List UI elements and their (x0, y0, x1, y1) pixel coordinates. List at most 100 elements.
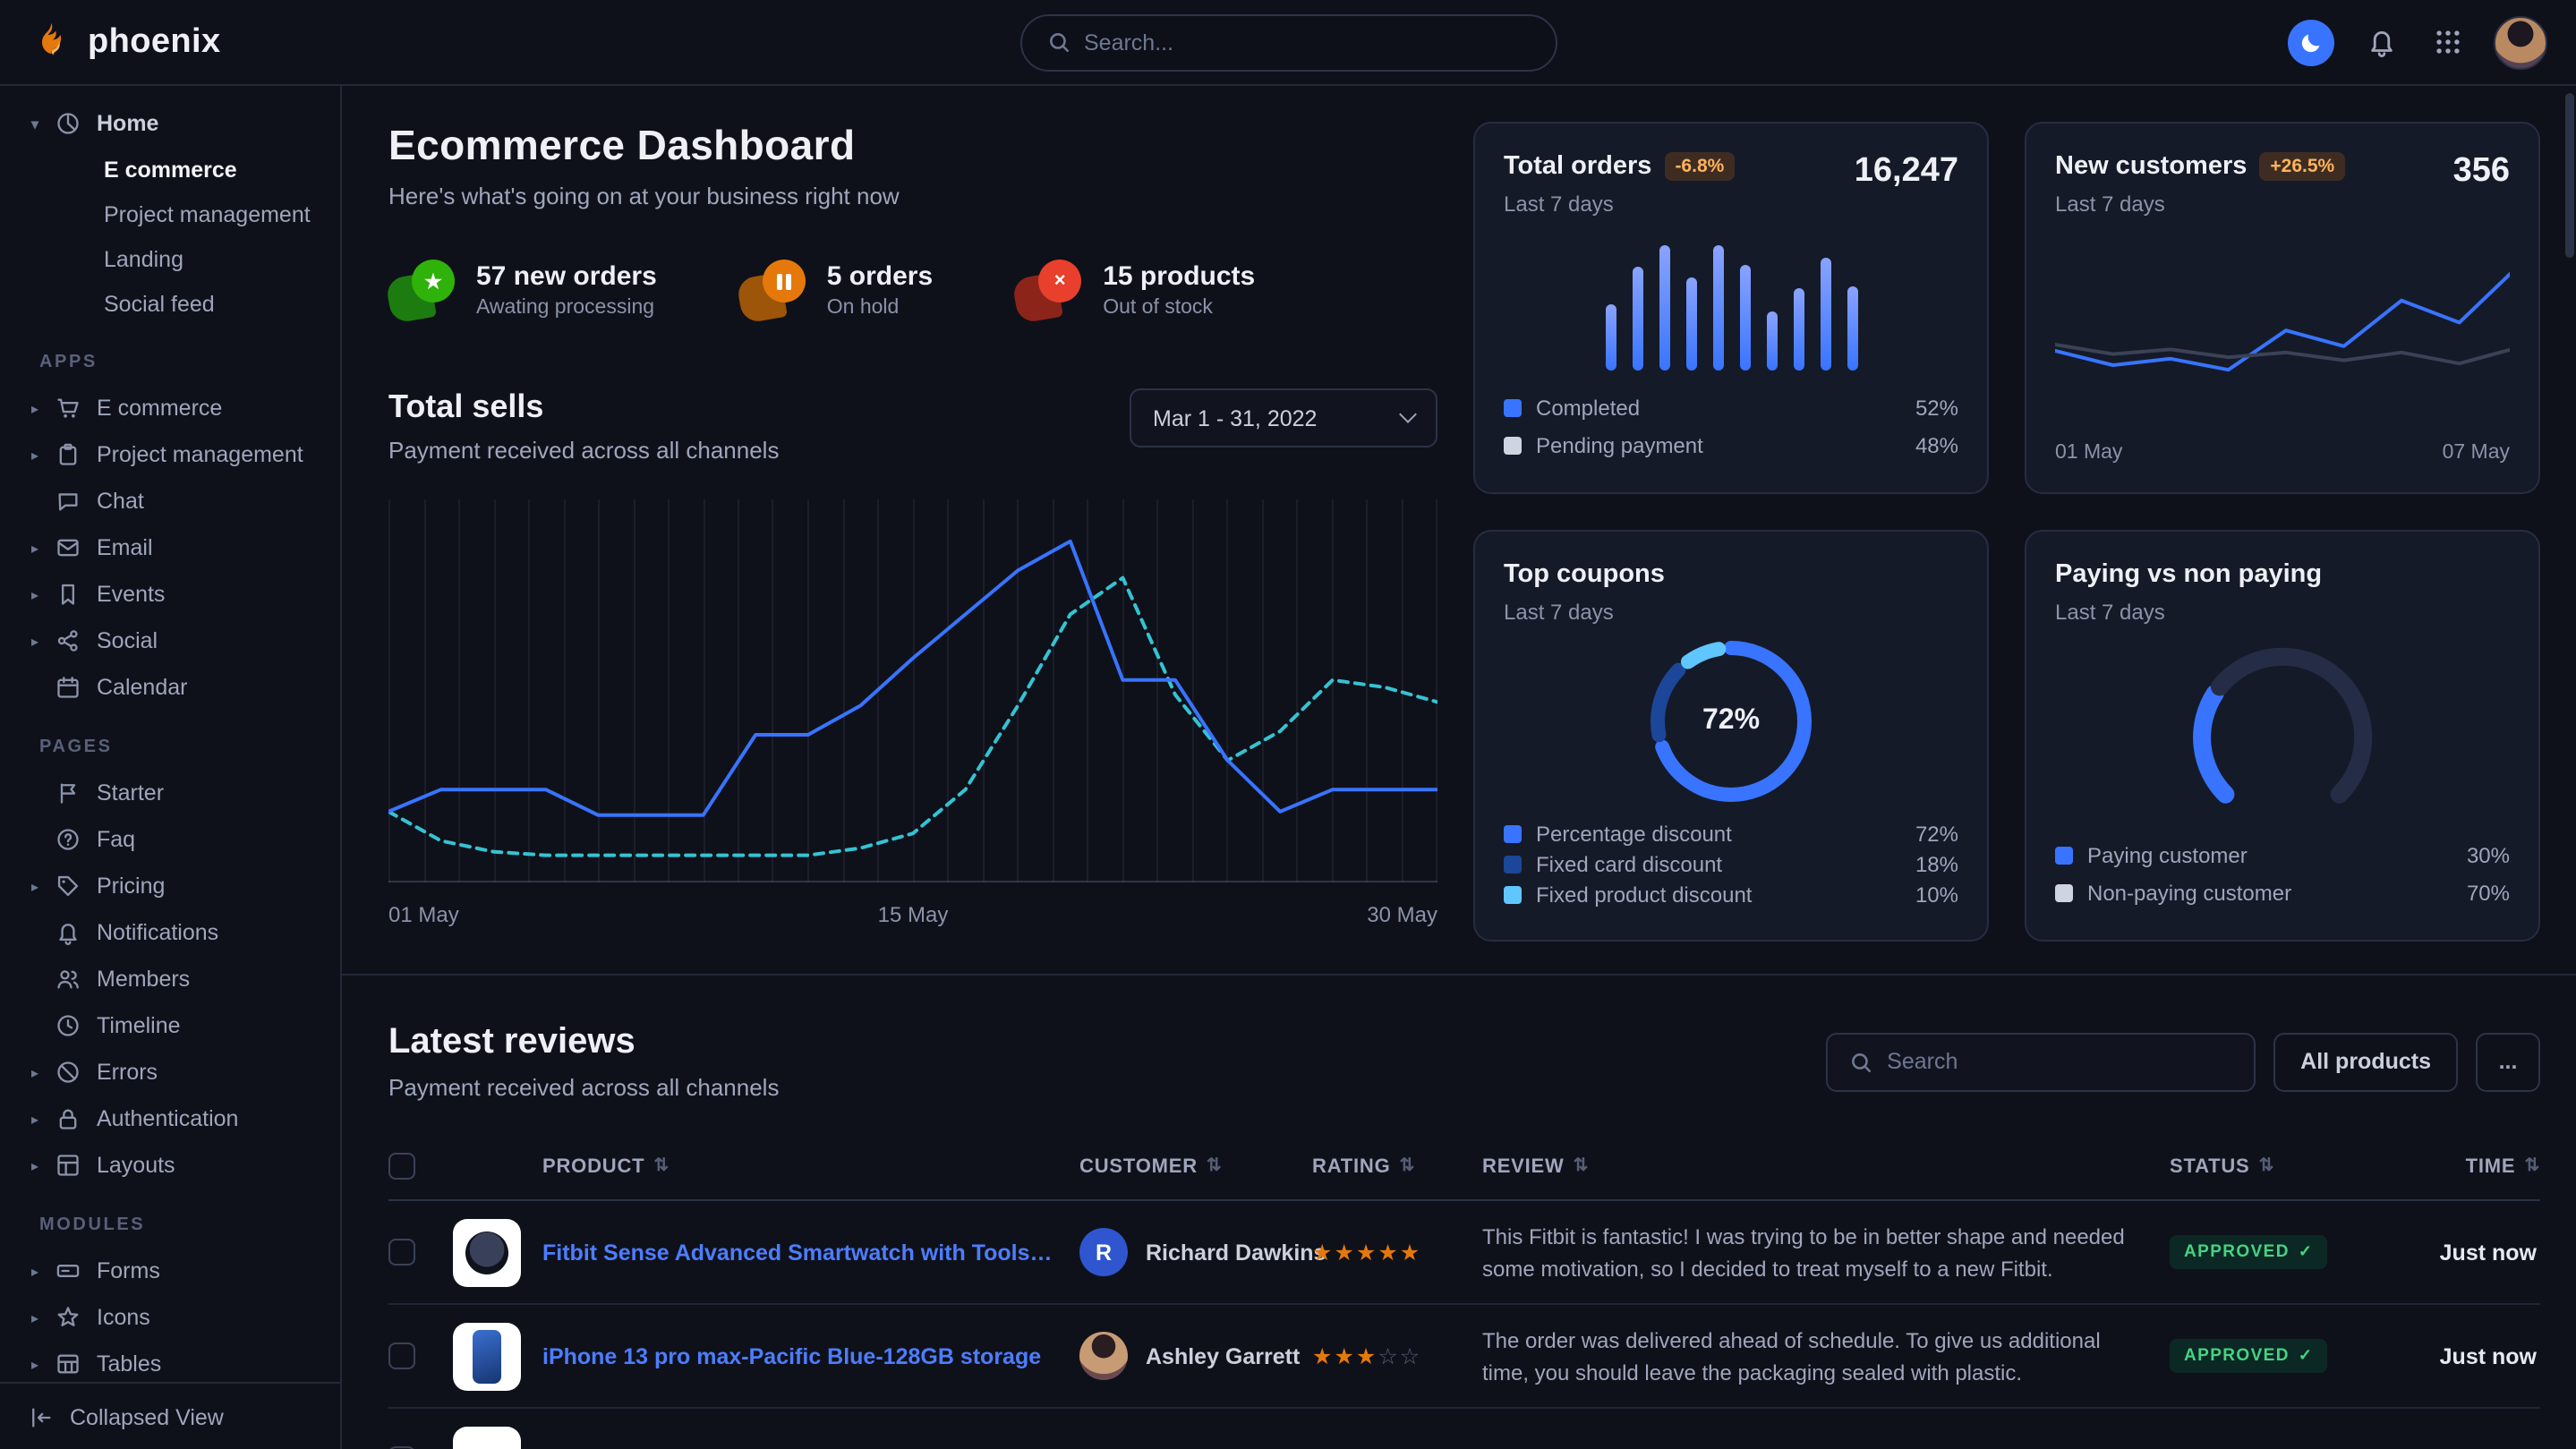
sidebar-item-forms[interactable]: ▸ Forms (14, 1248, 326, 1294)
total-orders-value: 16,247 (1855, 152, 1958, 192)
caret-right-icon: ▸ (25, 1263, 45, 1279)
sidebar-item-authentication[interactable]: ▸ Authentication (14, 1095, 326, 1142)
page-scrollbar[interactable] (2565, 93, 2574, 258)
table-row-partial (388, 1409, 2540, 1449)
date-range-select[interactable]: Mar 1 - 31, 2022 (1130, 388, 1437, 447)
envelope-icon (55, 535, 81, 560)
global-search-input[interactable] (1084, 30, 1530, 55)
row-checkbox[interactable] (388, 1342, 415, 1369)
sidebar-item-errors[interactable]: ▸ Errors (14, 1049, 326, 1095)
on-hold-icon (739, 260, 806, 320)
more-actions-button[interactable]: ... (2476, 1032, 2540, 1091)
column-header-customer[interactable]: CUSTOMER⇅ (1079, 1155, 1312, 1177)
customer-avatar[interactable] (1079, 1332, 1128, 1380)
sidebar-item-chat[interactable]: Chat (14, 478, 326, 524)
caret-right-icon: ▸ (25, 447, 45, 463)
product-link[interactable]: iPhone 13 pro max-Pacific Blue-128GB sto… (542, 1343, 1079, 1368)
table-row: Fitbit Sense Advanced Smartwatch with To… (388, 1201, 2540, 1305)
x-tick: 15 May (878, 902, 949, 927)
sidebar-item-social-feed[interactable]: Social feed (14, 281, 326, 326)
column-header-product[interactable]: PRODUCT⇅ (542, 1155, 1079, 1177)
paying-gauge-chart (2055, 632, 2510, 829)
collapse-arrow-icon (29, 1404, 54, 1429)
column-header-status[interactable]: STATUS⇅ (2170, 1155, 2392, 1177)
collapsed-view-toggle[interactable]: Collapsed View (0, 1382, 340, 1449)
sidebar-item-timeline[interactable]: Timeline (14, 1002, 326, 1049)
reviews-subtitle: Payment received across all channels (388, 1074, 779, 1101)
sidebar-item-notifications[interactable]: Notifications (14, 909, 326, 956)
sidebar-item-faq[interactable]: Faq (14, 816, 326, 863)
product-link[interactable]: Fitbit Sense Advanced Smartwatch with To… (542, 1240, 1079, 1265)
sidebar-item-pricing[interactable]: ▸ Pricing (14, 863, 326, 909)
sidebar-item-project-management-dashboard[interactable]: Project management (14, 192, 326, 236)
top-coupons-card: Top coupons Last 7 days 72% Percentage d… (1473, 530, 1989, 942)
total-sells-subtitle: Payment received across all channels (388, 437, 779, 464)
x-icon: × (1038, 260, 1081, 303)
legend-swatch (1504, 398, 1522, 416)
reviews-search-input[interactable] (1887, 1049, 2232, 1074)
brand-name: phoenix (88, 22, 221, 62)
sidebar-item-email[interactable]: ▸ Email (14, 524, 326, 571)
sidebar-item-icons[interactable]: ▸ Icons (14, 1294, 326, 1341)
sidebar-item-calendar[interactable]: Calendar (14, 664, 326, 711)
sidebar-item-ecommerce-app[interactable]: ▸ E commerce (14, 385, 326, 431)
user-avatar[interactable] (2494, 15, 2547, 69)
sidebar-item-social[interactable]: ▸ Social (14, 618, 326, 664)
global-search[interactable] (1019, 13, 1557, 71)
status-badge: APPROVED✓ (2170, 1339, 2327, 1373)
dark-mode-toggle[interactable] (2288, 19, 2334, 65)
bell-icon (55, 920, 81, 945)
brand[interactable]: phoenix (29, 20, 351, 64)
clock-icon (55, 1013, 81, 1038)
bell-icon (2366, 27, 2396, 57)
page-subtitle: Here's what's going on at your business … (388, 183, 1437, 209)
apps-menu-button[interactable] (2427, 22, 2467, 62)
shapes-icon (55, 1305, 81, 1330)
legend-swatch (1504, 856, 1522, 874)
sidebar-item-label: Home (97, 111, 158, 136)
sidebar-item-starter[interactable]: Starter (14, 770, 326, 816)
caret-right-icon: ▸ (25, 1157, 45, 1173)
check-icon: ✓ (2299, 1242, 2314, 1262)
question-icon (55, 827, 81, 852)
caret-right-icon: ▸ (25, 878, 45, 894)
layout-icon (55, 1153, 81, 1178)
select-all-checkbox[interactable] (388, 1153, 415, 1180)
review-text: The order was delivered ahead of schedul… (1482, 1324, 2170, 1388)
caret-right-icon: ▸ (25, 1111, 45, 1127)
star-icon: ★ (412, 260, 455, 303)
column-header-time[interactable]: TIME⇅ (2392, 1155, 2540, 1177)
all-products-filter-button[interactable]: All products (2273, 1032, 2458, 1091)
notifications-button[interactable] (2361, 22, 2401, 62)
ban-icon (55, 1060, 81, 1085)
sidebar-item-project-management-app[interactable]: ▸ Project management (14, 431, 326, 478)
total-sells-line-chart (388, 492, 1437, 882)
sidebar-item-tables[interactable]: ▸ Tables (14, 1341, 326, 1382)
rating-stars: ★★★☆☆ (1312, 1342, 1482, 1369)
customer-name: Richard Dawkins (1146, 1240, 1326, 1265)
column-header-review[interactable]: REVIEW⇅ (1482, 1155, 2170, 1177)
row-checkbox[interactable] (388, 1239, 415, 1266)
legend-swatch (1504, 824, 1522, 842)
sidebar-item-members[interactable]: Members (14, 956, 326, 1002)
new-customers-card: New customers+26.5% Last 7 days 356 01 M… (2025, 122, 2540, 494)
sidebar-section-modules: MODULES (39, 1215, 315, 1235)
total-sells-title: Total sells (388, 388, 779, 426)
sidebar-item-ecommerce-dashboard[interactable]: E commerce (14, 147, 326, 192)
sidebar-item-events[interactable]: ▸ Events (14, 571, 326, 618)
chat-icon (55, 489, 81, 514)
sidebar-item-landing[interactable]: Landing (14, 236, 326, 281)
check-icon: ✓ (2299, 1346, 2314, 1366)
product-image[interactable] (453, 1322, 521, 1390)
column-header-rating[interactable]: RATING⇅ (1312, 1155, 1482, 1177)
search-icon (1849, 1050, 1872, 1073)
product-image[interactable] (453, 1218, 521, 1286)
new-customers-line-chart (2055, 217, 2510, 428)
sidebar-item-home[interactable]: ▾ Home (14, 100, 326, 147)
reviews-table: PRODUCT⇅ CUSTOMER⇅ RATING⇅ REVIEW⇅ STATU… (388, 1133, 2540, 1449)
reviews-search[interactable] (1826, 1032, 2256, 1091)
caret-right-icon: ▸ (25, 1309, 45, 1325)
product-image[interactable] (453, 1426, 521, 1449)
customer-avatar[interactable]: R (1079, 1228, 1128, 1276)
sidebar-item-layouts[interactable]: ▸ Layouts (14, 1142, 326, 1189)
